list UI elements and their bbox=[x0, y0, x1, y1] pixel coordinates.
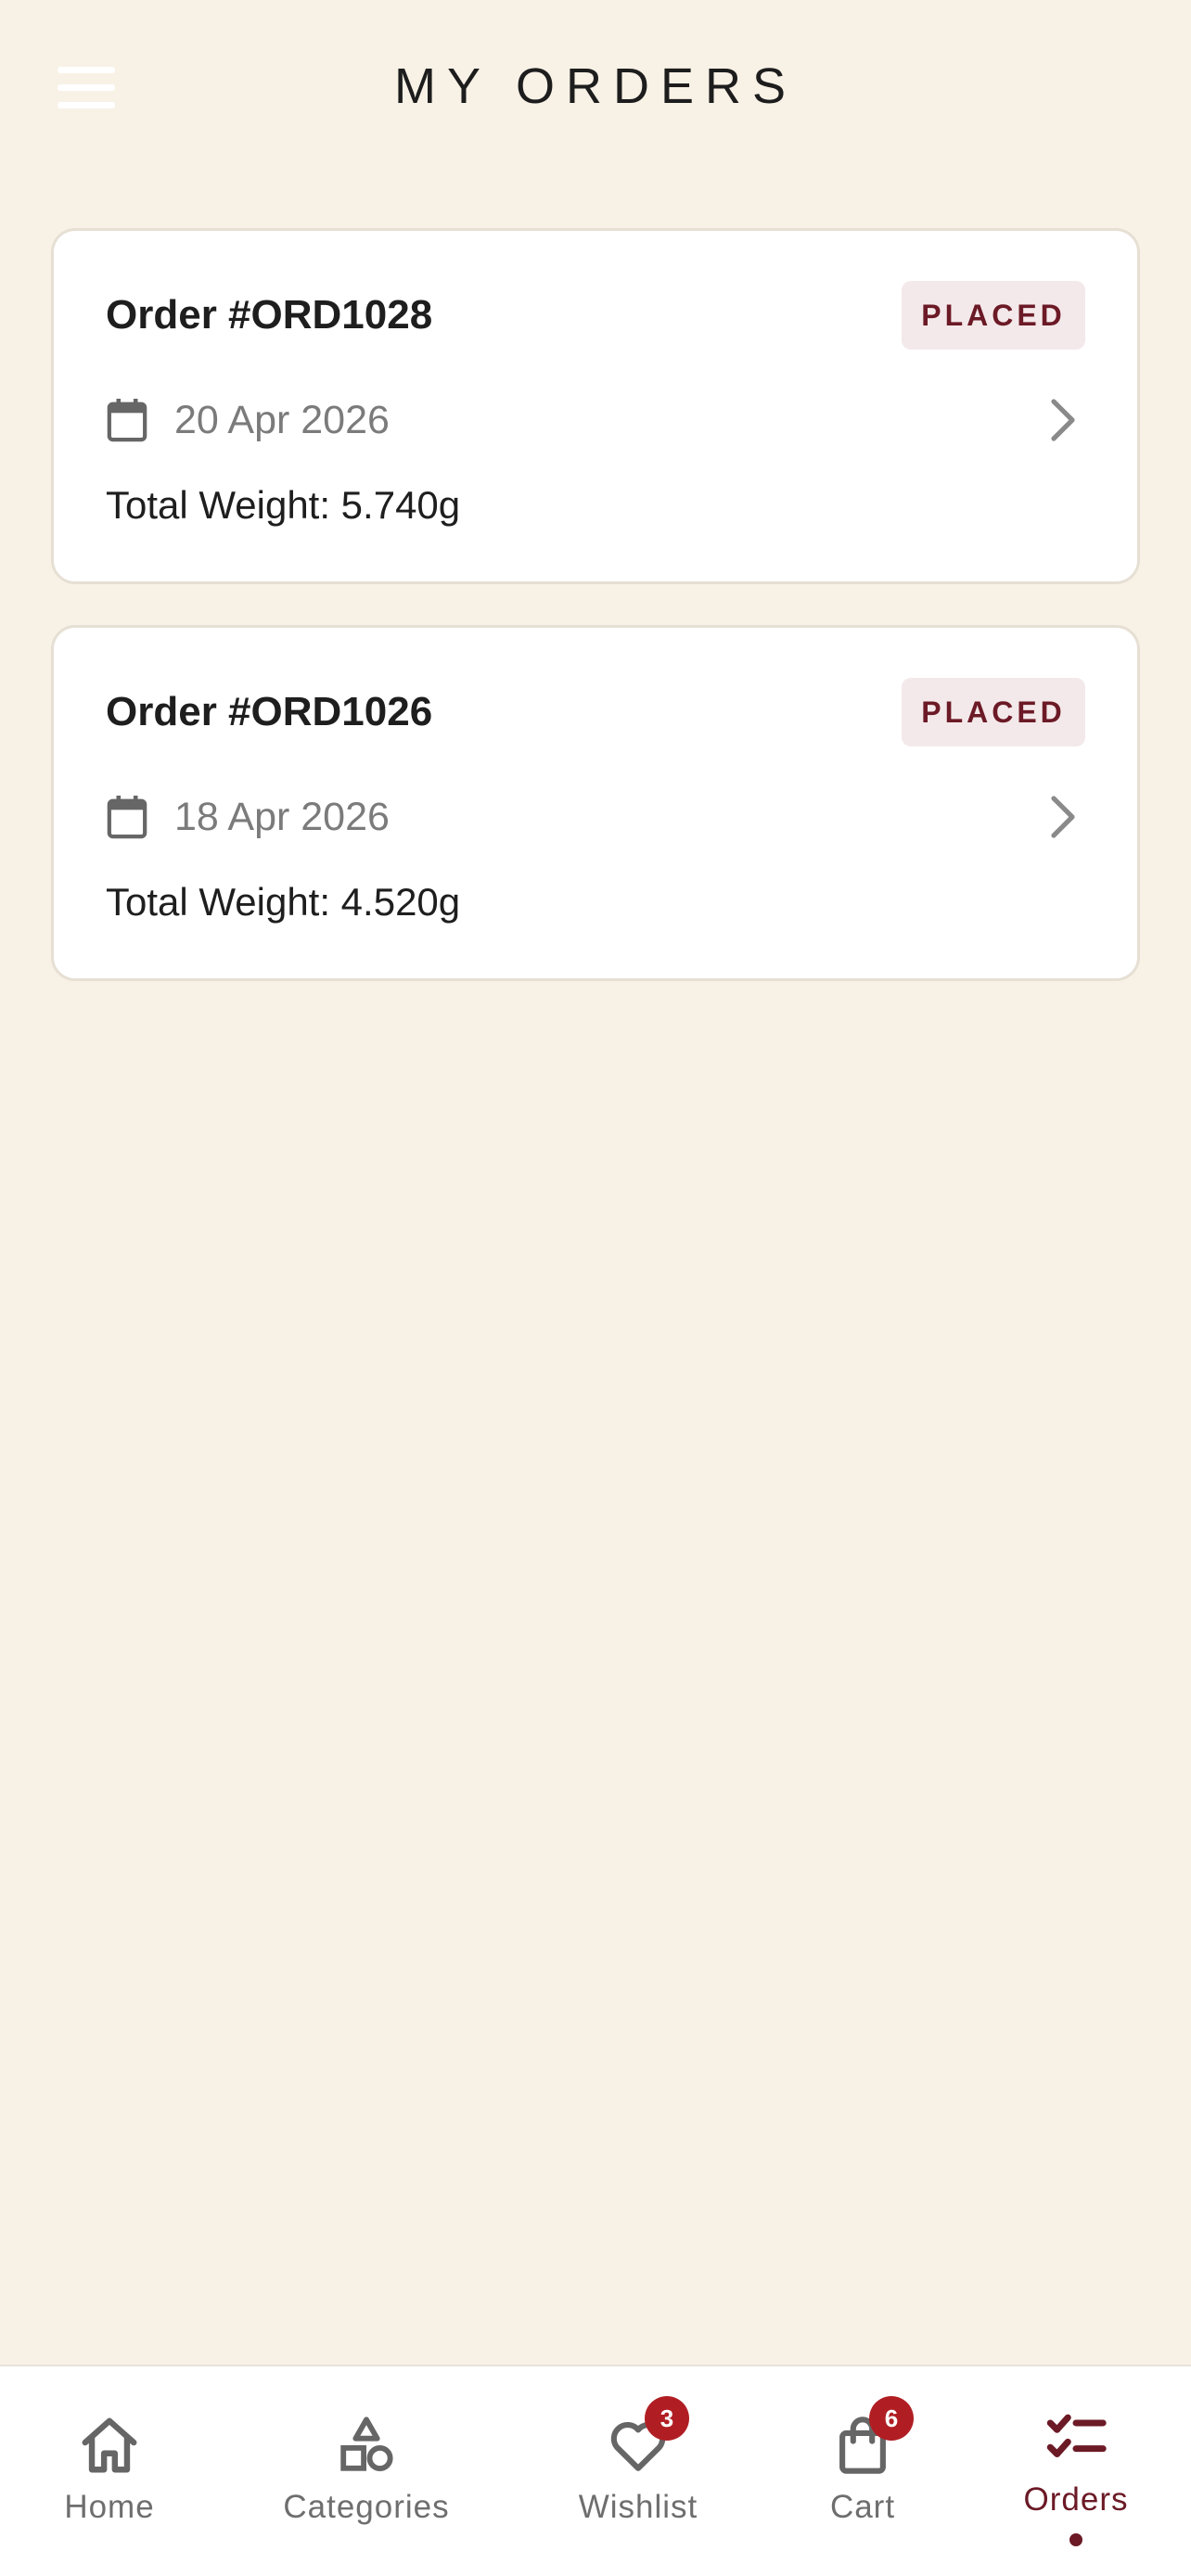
order-title: Order #ORD1026 bbox=[106, 689, 433, 734]
status-badge: PLACED bbox=[902, 281, 1085, 350]
order-card[interactable]: Order #ORD1028 PLACED 20 Apr 2026 Total … bbox=[51, 228, 1140, 584]
categories-icon bbox=[340, 2417, 393, 2471]
orders-checklist-icon bbox=[1046, 2414, 1107, 2457]
order-total-weight: Total Weight: 4.520g bbox=[106, 880, 461, 924]
calendar-icon bbox=[107, 399, 147, 442]
calendar-icon bbox=[107, 796, 147, 839]
order-card[interactable]: Order #ORD1026 PLACED 18 Apr 2026 Total … bbox=[51, 625, 1140, 981]
nav-item-cart[interactable]: 6 Cart bbox=[798, 2366, 928, 2576]
nav-label: Categories bbox=[283, 2489, 450, 2525]
cart-count-badge: 6 bbox=[869, 2396, 914, 2441]
nav-item-wishlist[interactable]: 3 Wishlist bbox=[555, 2366, 722, 2576]
nav-item-home[interactable]: Home bbox=[26, 2366, 193, 2576]
order-date-row: 18 Apr 2026 bbox=[106, 791, 390, 843]
nav-label: Orders bbox=[1023, 2481, 1129, 2518]
chevron-right-icon[interactable] bbox=[1044, 793, 1082, 841]
my-orders-screen: MY ORDERS Order #ORD1028 PLACED 20 Apr 2… bbox=[0, 0, 1191, 2576]
nav-item-categories[interactable]: Categories bbox=[269, 2366, 464, 2576]
order-date: 20 Apr 2026 bbox=[174, 397, 390, 442]
chevron-right-icon[interactable] bbox=[1044, 396, 1082, 444]
nav-label: Cart bbox=[829, 2489, 896, 2525]
status-badge: PLACED bbox=[902, 678, 1085, 746]
bottom-navigation: Home Categories 3 Wishlist 6 Cart Orders bbox=[0, 2365, 1191, 2576]
nav-item-orders[interactable]: Orders bbox=[1011, 2366, 1141, 2576]
wishlist-count-badge: 3 bbox=[645, 2396, 689, 2441]
nav-label: Home bbox=[64, 2489, 155, 2525]
order-date-row: 20 Apr 2026 bbox=[106, 394, 390, 446]
page-title: MY ORDERS bbox=[393, 58, 798, 114]
order-total-weight: Total Weight: 5.740g bbox=[106, 483, 461, 527]
order-title: Order #ORD1028 bbox=[106, 292, 433, 338]
app-header: MY ORDERS bbox=[0, 0, 1191, 176]
order-date: 18 Apr 2026 bbox=[174, 794, 390, 839]
active-indicator-dot bbox=[1069, 2533, 1082, 2546]
home-icon bbox=[82, 2417, 137, 2473]
nav-label: Wishlist bbox=[578, 2489, 698, 2525]
